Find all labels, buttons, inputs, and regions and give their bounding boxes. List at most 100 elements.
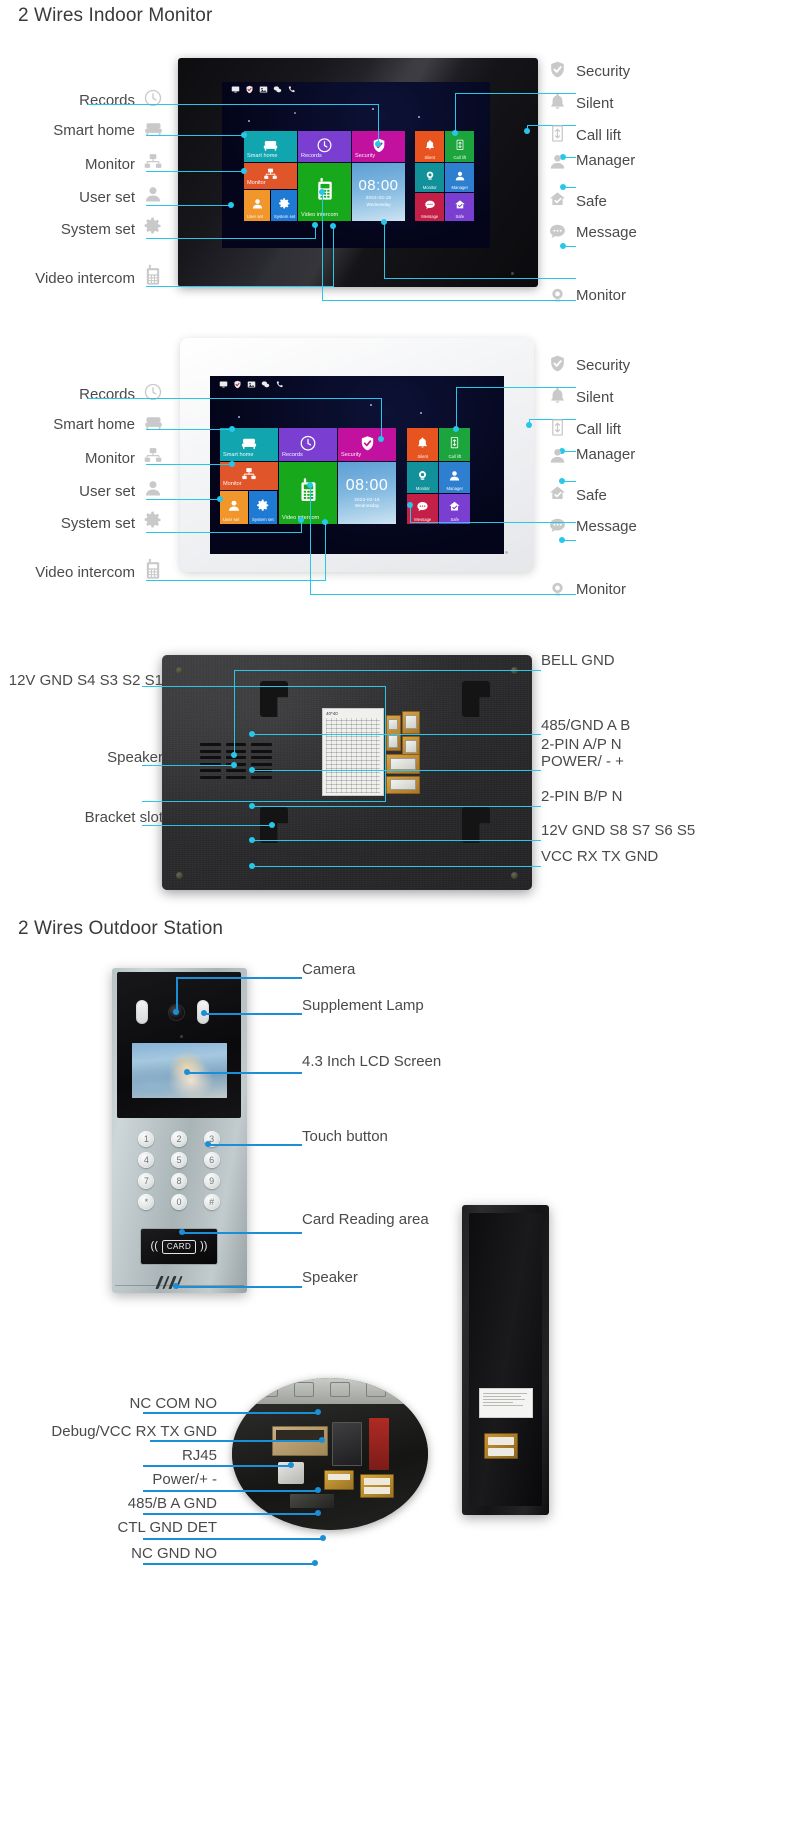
tile-manager[interactable]: Manager	[439, 462, 470, 493]
pcb-gold-pin	[364, 1478, 390, 1485]
shield-check-icon	[338, 434, 396, 451]
light-sensor	[180, 1035, 183, 1038]
tile-records[interactable]: Records	[298, 131, 351, 162]
tile-silent[interactable]: Silent	[415, 131, 444, 162]
leader-line	[143, 1465, 291, 1467]
leader-dot	[559, 537, 565, 543]
label-bell-gnd: BELL GND	[541, 652, 615, 669]
leader-line	[150, 1440, 322, 1442]
rear-connector-pin	[488, 1437, 514, 1445]
key-8[interactable]: 8	[170, 1172, 187, 1189]
handset-icon	[143, 558, 163, 580]
tile-monitor[interactable]: Monitor	[244, 163, 297, 189]
supplement-lamp-left	[136, 1000, 148, 1024]
picture-icon	[247, 376, 256, 394]
label-2pin-bpn: 2-PIN B/P N	[541, 788, 623, 805]
label-nc-gnd-no: NC GND NO	[131, 1545, 217, 1562]
pcb-gold-connector	[324, 1470, 354, 1490]
star-dot	[248, 120, 250, 122]
phone-icon	[287, 82, 296, 99]
tile-label: Message	[421, 213, 439, 219]
leader-line	[322, 192, 323, 300]
tile-monitor-2[interactable]: Monitor	[407, 462, 438, 493]
tile-manager[interactable]: Manager	[445, 163, 474, 192]
leader-line	[143, 1563, 315, 1565]
leader-line	[176, 1286, 302, 1288]
network-icon	[220, 466, 278, 482]
leader-line	[187, 1072, 302, 1074]
pcb-board	[232, 1404, 428, 1530]
star-dot	[418, 116, 420, 118]
leader-dot	[205, 1141, 211, 1147]
key-1[interactable]: 1	[138, 1130, 155, 1147]
key-9[interactable]: 9	[203, 1172, 220, 1189]
tile-security[interactable]: Security	[338, 428, 396, 461]
tile-system-set[interactable]: System set	[271, 190, 297, 221]
leader-line	[384, 278, 576, 279]
key-4[interactable]: 4	[138, 1151, 155, 1168]
label-smart-home-2: Smart home	[53, 416, 135, 433]
tile-records[interactable]: Records	[279, 428, 337, 461]
tile-label: Monitor	[247, 180, 266, 187]
key-2[interactable]: 2	[170, 1130, 187, 1147]
key-hash[interactable]: #	[203, 1193, 220, 1210]
leader-line	[146, 499, 220, 500]
key-6[interactable]: 6	[203, 1151, 220, 1168]
tile-monitor-2[interactable]: Monitor	[415, 163, 444, 192]
lift-icon	[548, 124, 567, 143]
tile-call-lift[interactable]: Call lift	[445, 131, 474, 162]
user-icon	[548, 152, 567, 171]
clock-weekday: Wednesday	[354, 503, 380, 508]
tile-smart-home[interactable]: Smart home	[244, 131, 297, 162]
leader-dot	[524, 128, 530, 134]
network-icon	[143, 152, 163, 172]
tile-smart-home[interactable]: Smart home	[220, 428, 278, 461]
star-dot	[420, 412, 422, 414]
tile-label: Silent	[417, 453, 428, 459]
tile-message[interactable]: Message	[415, 193, 444, 221]
lift-icon	[548, 418, 567, 437]
leader-dot	[312, 222, 318, 228]
camera-icon	[548, 286, 567, 305]
leader-line	[182, 1232, 302, 1234]
tile-video-intercom[interactable]: Video intercom	[279, 462, 337, 524]
label-video-intercom: Video intercom	[35, 270, 135, 287]
key-5[interactable]: 5	[170, 1151, 187, 1168]
tile-message[interactable]: Message	[407, 494, 438, 524]
leader-dot	[241, 168, 247, 174]
label-power-plus-minus: Power/+ -	[152, 1471, 217, 1488]
tile-safe[interactable]: Safe	[445, 193, 474, 221]
gear-icon	[271, 197, 297, 210]
rear-inner-recess	[469, 1213, 542, 1506]
key-7[interactable]: 7	[138, 1172, 155, 1189]
tile-call-lift[interactable]: Call lift	[439, 428, 470, 461]
tile-safe[interactable]: Safe	[439, 494, 470, 524]
bell-icon	[415, 138, 444, 150]
user-icon	[445, 169, 474, 181]
tile-label: Video intercom	[301, 212, 339, 219]
leader-line	[455, 93, 456, 133]
tile-clock: 08:00 2023-02-15 Wednesday	[338, 462, 396, 524]
leader-dot	[453, 426, 459, 432]
tile-monitor[interactable]: Monitor	[220, 462, 278, 490]
tile-silent[interactable]: Silent	[407, 428, 438, 461]
monitor-icon	[219, 376, 228, 394]
tile-user-set[interactable]: User set	[220, 491, 248, 524]
label-manager: Manager	[576, 152, 636, 169]
leader-line	[208, 1144, 302, 1146]
leader-dot	[312, 1560, 318, 1566]
tile-user-set[interactable]: User set	[244, 190, 270, 221]
leader-line	[333, 226, 334, 286]
leader-line	[384, 222, 385, 278]
key-star[interactable]: *	[138, 1193, 155, 1210]
wiring-sticker-graphic	[326, 718, 380, 793]
clock-time: 08:00	[345, 477, 389, 494]
tile-system-set[interactable]: System set	[249, 491, 277, 524]
label-bracket-slot: Bracket slot	[84, 809, 163, 826]
label-speaker: Speaker	[107, 749, 163, 766]
leader-dot	[330, 223, 336, 229]
key-0[interactable]: 0	[170, 1193, 187, 1210]
label-ctl-gnd-det: CTL GND DET	[117, 1519, 217, 1536]
message-icon	[415, 199, 444, 211]
shield-check-icon	[233, 376, 242, 394]
